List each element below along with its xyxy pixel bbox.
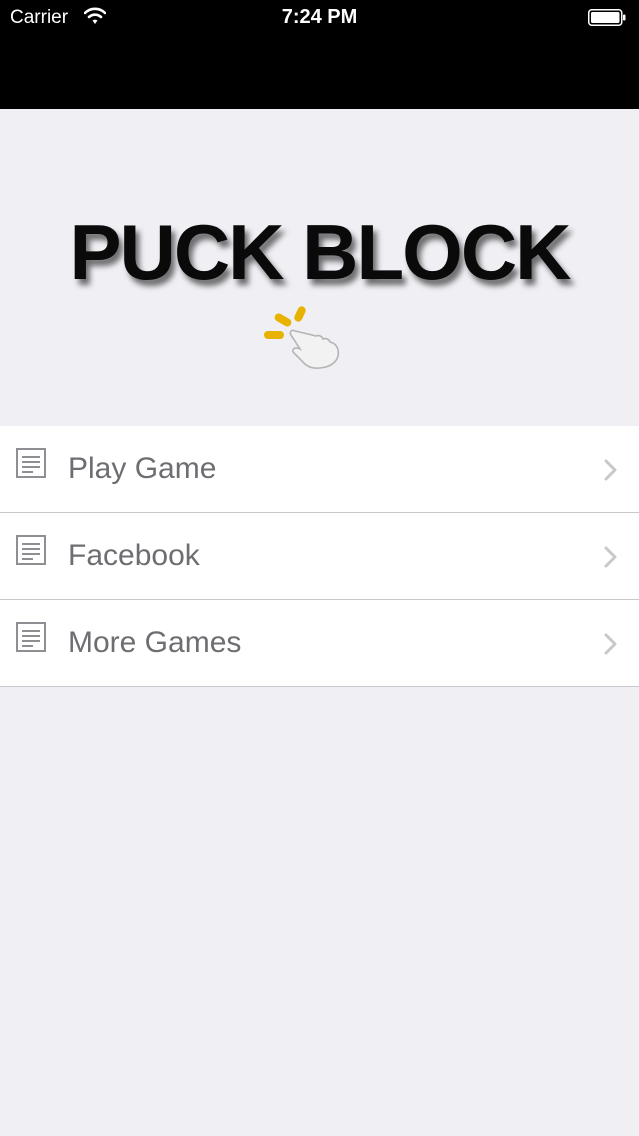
menu-item-label: More Games [68, 626, 242, 659]
chevron-right-icon [604, 633, 617, 655]
document-icon [16, 535, 46, 565]
tap-hand-icon [264, 306, 340, 369]
status-row: Carrier 7:24 PM [0, 0, 639, 36]
menu-item-facebook[interactable]: Facebook [0, 513, 639, 600]
menu-list: Play Game Facebook More Games [0, 426, 639, 687]
menu-item-play-game[interactable]: Play Game [0, 426, 639, 513]
menu-item-label: Play Game [68, 452, 217, 485]
document-icon [16, 622, 46, 652]
menu-item-more-games[interactable]: More Games [0, 600, 639, 687]
app-logo-title: PUCK BLOCK [69, 208, 572, 296]
status-bar: Carrier 7:24 PM [0, 0, 639, 109]
menu-item-label: Facebook [68, 539, 200, 572]
chevron-right-icon [604, 546, 617, 568]
chevron-right-icon [604, 459, 617, 481]
document-icon [16, 448, 46, 478]
logo-header: PUCK BLOCK [0, 109, 639, 426]
status-time: 7:24 PM [281, 6, 358, 28]
battery-icon [588, 9, 626, 26]
